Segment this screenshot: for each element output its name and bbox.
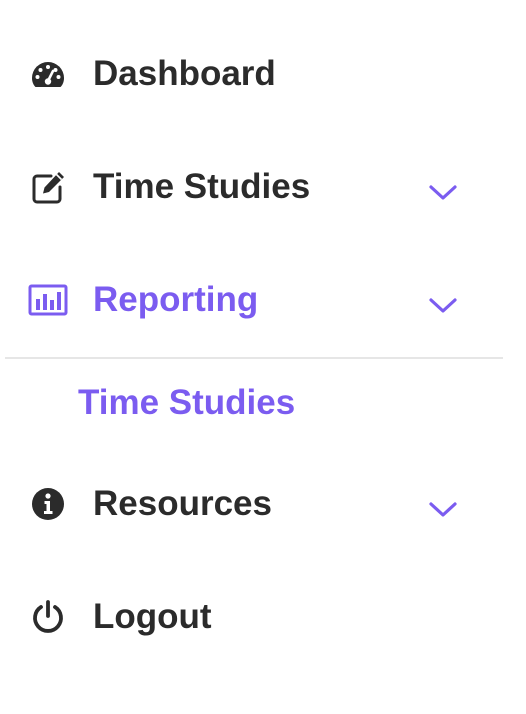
nav-item-time-studies-label: Time Studies (93, 167, 311, 206)
nav-item-dashboard-label: Dashboard (93, 54, 276, 93)
nav-item-dashboard[interactable]: Dashboard (0, 53, 526, 133)
info-icon (28, 484, 68, 524)
submenu-item-time-studies[interactable]: Time Studies (78, 381, 295, 425)
chevron-down-icon[interactable] (426, 497, 460, 521)
sidebar-nav: Dashboard Time Studies Reporting Time St… (0, 0, 526, 714)
power-icon (28, 597, 68, 637)
nav-item-time-studies[interactable]: Time Studies (0, 166, 526, 246)
chevron-down-icon[interactable] (426, 293, 460, 317)
bar-chart-icon (28, 280, 68, 320)
chevron-down-icon[interactable] (426, 180, 460, 204)
nav-item-logout[interactable]: Logout (0, 596, 526, 676)
submenu-divider (5, 357, 503, 359)
nav-item-resources-label: Resources (93, 484, 272, 523)
nav-item-resources[interactable]: Resources (0, 483, 526, 563)
nav-item-reporting-label: Reporting (93, 280, 259, 319)
edit-icon (28, 167, 68, 207)
nav-item-reporting[interactable]: Reporting (0, 279, 526, 359)
dashboard-icon (28, 55, 68, 95)
nav-item-logout-label: Logout (93, 597, 212, 636)
